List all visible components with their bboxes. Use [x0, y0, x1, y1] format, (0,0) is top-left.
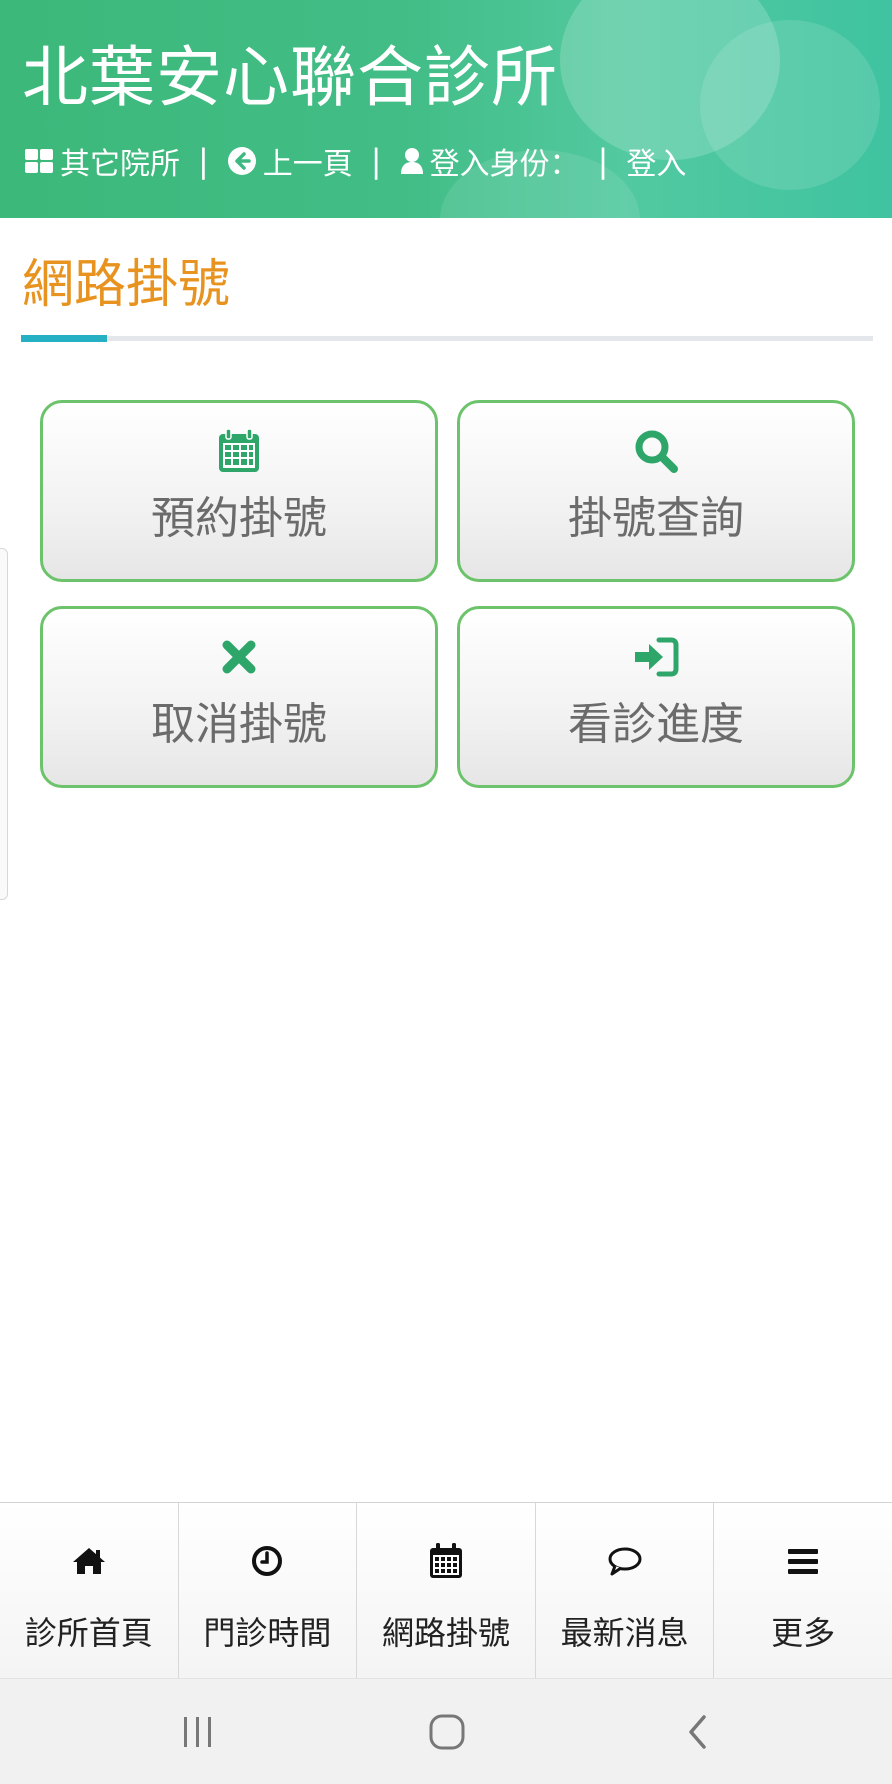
back-button[interactable]	[673, 1707, 723, 1757]
bottom-nav-item-more[interactable]: 更多	[714, 1503, 892, 1678]
search-icon	[632, 427, 680, 475]
calendar-icon	[215, 427, 263, 475]
consultation-progress-label: 看診進度	[568, 699, 744, 750]
book-appointment-label: 預約掛號	[151, 493, 327, 544]
login-label: 登入	[626, 147, 687, 182]
arrow-left-circle-icon	[227, 147, 256, 175]
home-icon	[71, 1543, 107, 1579]
close-icon	[215, 633, 263, 681]
appointment-query-button[interactable]: 掛號查詢	[457, 400, 855, 582]
login-identity-label: 登入身份：	[429, 147, 580, 182]
back-chevron-icon	[689, 1715, 706, 1749]
bottom-nav-label: 診所首頁	[24, 1614, 153, 1652]
clock-icon	[249, 1543, 285, 1579]
nav-separator: |	[370, 142, 382, 180]
page-title: 網路掛號	[22, 255, 231, 315]
title-divider-accent	[21, 335, 107, 342]
bottom-nav-label: 更多	[771, 1614, 836, 1652]
header-banner: 北葉安心聯合診所 其它院所 | 上一頁 | 登入身份： | 登入	[0, 0, 892, 218]
bottom-nav-item-news[interactable]: 最新消息	[536, 1503, 715, 1678]
book-appointment-button[interactable]: 預約掛號	[40, 400, 438, 582]
clinic-title: 北葉安心聯合診所	[22, 39, 558, 116]
recent-apps-button[interactable]	[173, 1707, 223, 1757]
bottom-nav-label: 網路掛號	[381, 1614, 510, 1652]
bottom-nav-item-registration[interactable]: 網路掛號	[357, 1503, 536, 1678]
sign-in-icon	[632, 633, 680, 681]
login-identity: 登入身份：	[400, 139, 580, 183]
nav-separator: |	[597, 142, 609, 180]
nav-separator: |	[198, 142, 209, 180]
menu-icon	[785, 1543, 821, 1579]
system-nav-bar	[0, 1678, 892, 1784]
home-circle-icon	[429, 1714, 465, 1750]
grid-icon	[25, 149, 53, 173]
back-label: 上一頁	[262, 147, 353, 182]
speech-bubble-icon	[607, 1543, 643, 1579]
appointment-query-label: 掛號查詢	[568, 493, 744, 544]
other-clinics-link[interactable]: 其它院所	[24, 139, 180, 183]
back-link[interactable]: 上一頁	[227, 139, 353, 183]
top-nav: 其它院所 | 上一頁 | 登入身份： | 登入	[24, 138, 686, 184]
bottom-nav-label: 門診時間	[203, 1614, 332, 1652]
bottom-nav-label: 最新消息	[560, 1614, 689, 1652]
title-divider	[21, 336, 873, 341]
calendar-icon	[428, 1543, 464, 1579]
bottom-nav: 診所首頁 門診時間 網路掛號 最新消息 更多	[0, 1502, 892, 1678]
cancel-appointment-button[interactable]: 取消掛號	[40, 606, 438, 788]
user-icon	[400, 148, 423, 174]
consultation-progress-button[interactable]: 看診進度	[457, 606, 855, 788]
flower-decoration	[700, 20, 880, 190]
bottom-nav-item-hours[interactable]: 門診時間	[179, 1503, 358, 1678]
home-button[interactable]	[422, 1707, 472, 1757]
side-drawer-handle[interactable]	[0, 548, 8, 900]
other-clinics-label: 其它院所	[60, 147, 180, 182]
bottom-nav-item-home[interactable]: 診所首頁	[0, 1503, 179, 1678]
cancel-appointment-label: 取消掛號	[151, 699, 327, 750]
recent-apps-icon	[184, 1717, 211, 1747]
login-link[interactable]: 登入	[626, 139, 686, 183]
